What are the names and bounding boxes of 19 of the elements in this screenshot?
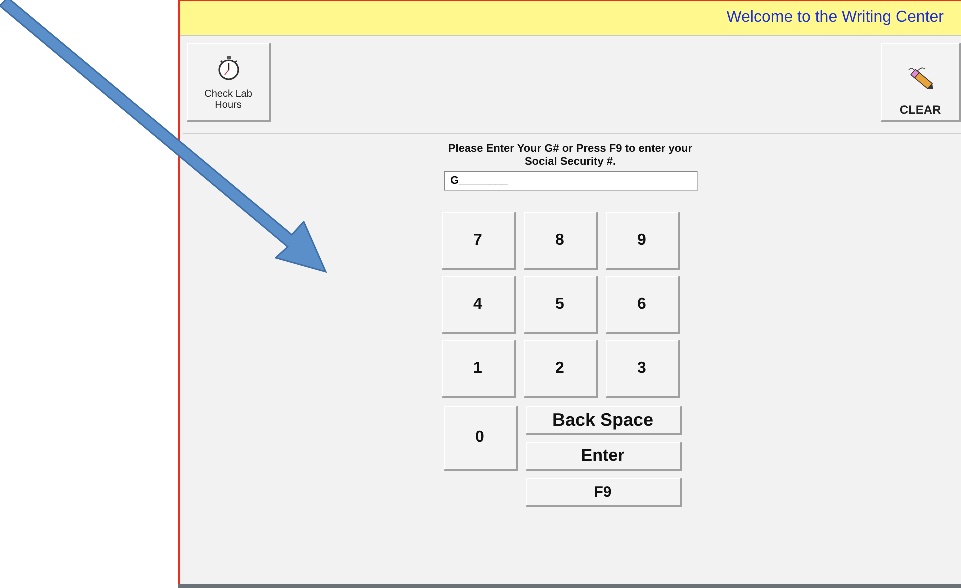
digit-key[interactable]: 0 <box>444 406 518 471</box>
keypad-key[interactable]: Back Space <box>526 406 682 435</box>
keypad-key[interactable]: F9 <box>526 478 682 507</box>
check-lab-hours-button[interactable]: Check Lab Hours <box>187 43 271 122</box>
id-input-field[interactable]: G________ <box>444 171 698 191</box>
digit-key[interactable]: 3 <box>606 340 680 398</box>
stopwatch-icon <box>216 54 240 80</box>
digit-key[interactable]: 1 <box>442 340 516 398</box>
digit-key[interactable]: 4 <box>442 276 516 334</box>
digit-key[interactable]: 6 <box>606 276 680 334</box>
prompt-text: Please Enter Your G# or Press F9 to enter your Social Security #. <box>447 143 694 169</box>
digit-key[interactable]: 8 <box>524 212 598 270</box>
window-title: Welcome to the Writing Center <box>726 9 944 27</box>
digit-key[interactable]: 2 <box>524 340 598 398</box>
clear-button[interactable]: CLEAR <box>881 43 961 122</box>
digit-key[interactable]: 7 <box>442 212 516 270</box>
keypad-key[interactable]: Enter <box>526 442 682 471</box>
digit-key[interactable]: 5 <box>524 276 598 334</box>
digit-key[interactable]: 9 <box>606 212 680 270</box>
